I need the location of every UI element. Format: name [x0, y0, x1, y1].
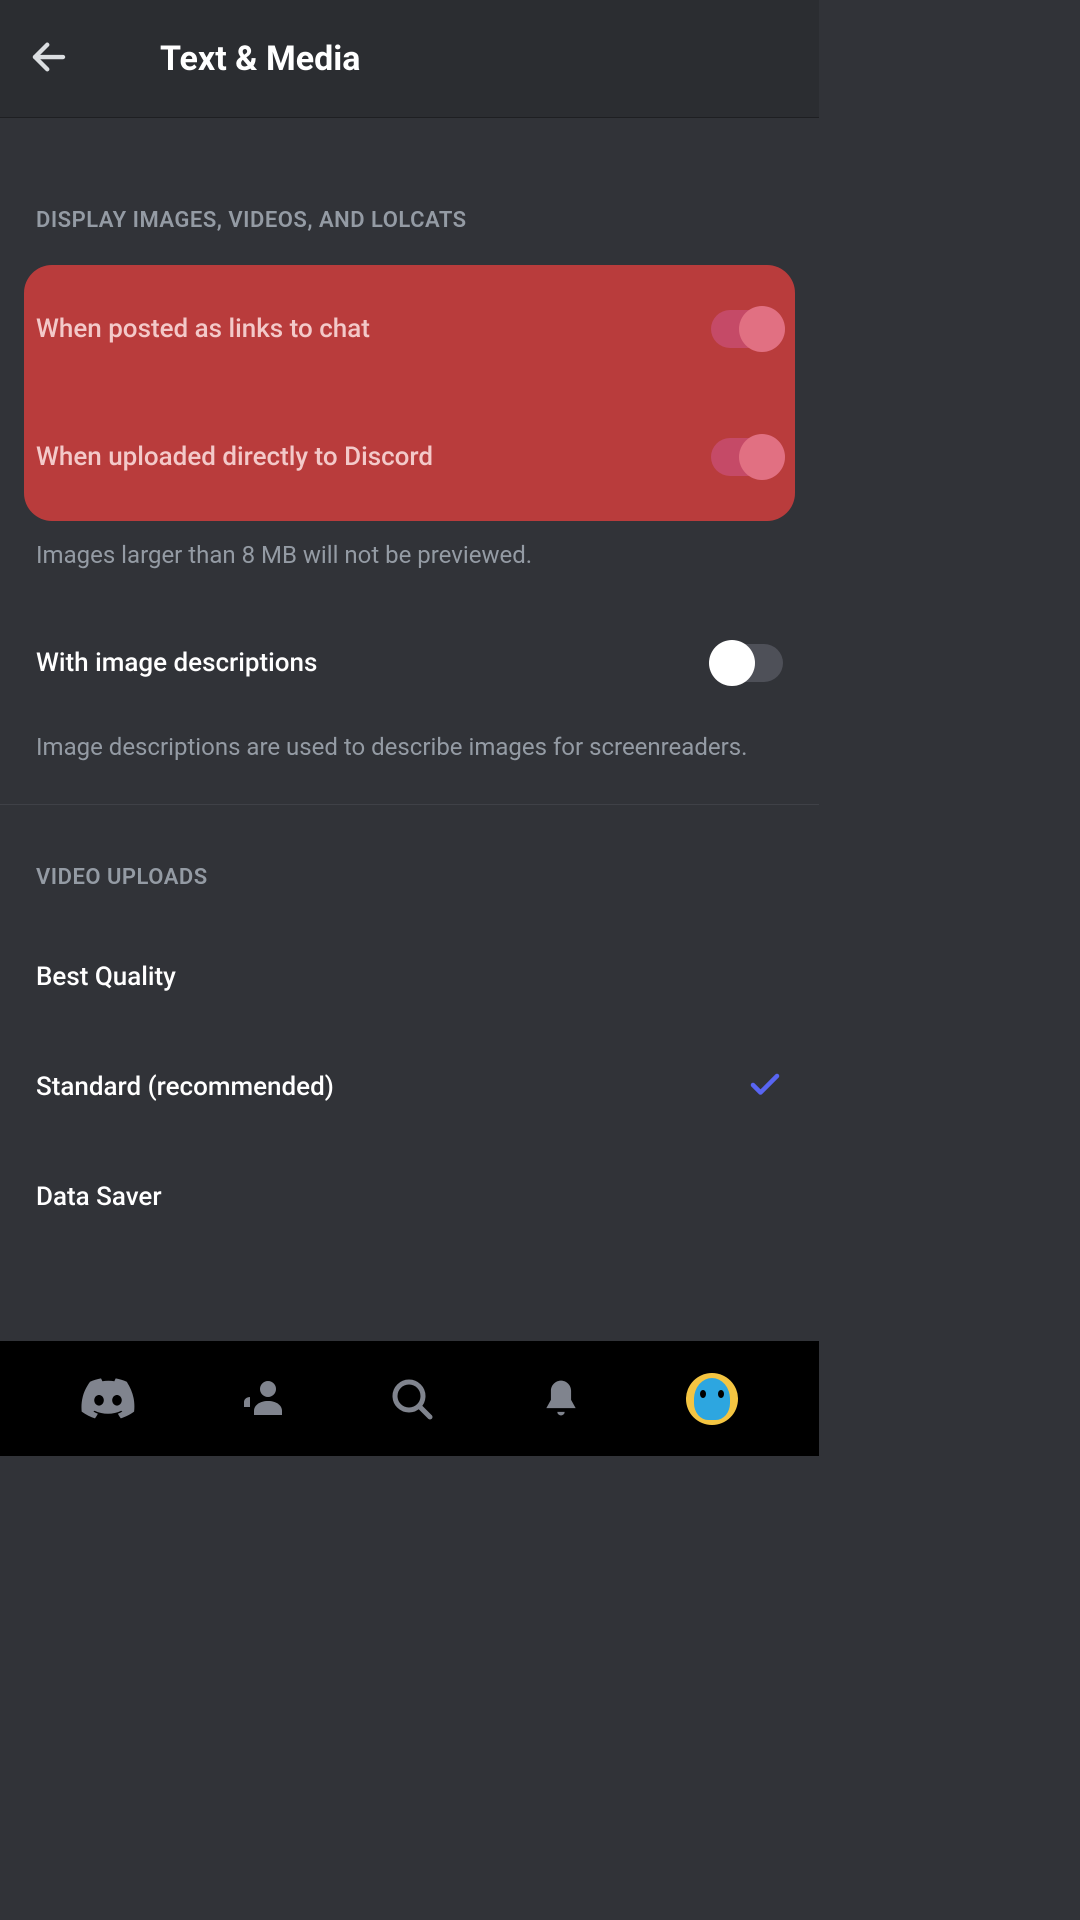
option-label: Data Saver — [36, 1182, 162, 1212]
setting-label: With image descriptions — [36, 648, 317, 678]
nav-search-icon[interactable] — [388, 1375, 436, 1423]
nav-notifications-icon[interactable] — [539, 1375, 583, 1423]
section-divider — [0, 804, 819, 805]
option-label: Best Quality — [36, 962, 176, 992]
setting-posted-as-links[interactable]: When posted as links to chat — [36, 265, 783, 393]
setting-uploaded-directly[interactable]: When uploaded directly to Discord — [36, 393, 783, 521]
page-title: Text & Media — [160, 39, 360, 79]
section-header-video: VIDEO UPLOADS — [36, 865, 783, 890]
option-data-saver[interactable]: Data Saver — [36, 1142, 783, 1252]
highlighted-settings-box: When posted as links to chat When upload… — [24, 265, 795, 521]
setting-label: When uploaded directly to Discord — [36, 442, 433, 472]
setting-label: When posted as links to chat — [36, 314, 370, 344]
avatar-icon — [686, 1373, 738, 1425]
bottom-navigation — [0, 1341, 819, 1456]
toggle-knob — [739, 306, 785, 352]
checkmark-icon — [747, 1067, 783, 1107]
setting-image-descriptions[interactable]: With image descriptions — [36, 613, 783, 713]
helper-text-descriptions: Image descriptions are used to describe … — [36, 731, 783, 765]
toggle-image-descriptions[interactable] — [711, 644, 783, 682]
settings-content: DISPLAY IMAGES, VIDEOS, AND LOLCATS When… — [0, 208, 819, 1252]
toggle-knob — [739, 434, 785, 480]
toggle-knob — [709, 640, 755, 686]
option-standard[interactable]: Standard (recommended) — [36, 1032, 783, 1142]
header-bar: Text & Media — [0, 0, 819, 118]
toggle-posted-as-links[interactable] — [711, 310, 783, 348]
nav-profile-avatar[interactable] — [686, 1373, 738, 1425]
option-best-quality[interactable]: Best Quality — [36, 922, 783, 1032]
toggle-uploaded-directly[interactable] — [711, 438, 783, 476]
helper-text-size: Images larger than 8 MB will not be prev… — [36, 539, 783, 573]
option-label: Standard (recommended) — [36, 1072, 334, 1102]
section-header-display: DISPLAY IMAGES, VIDEOS, AND LOLCATS — [36, 208, 783, 233]
back-arrow-icon[interactable] — [28, 36, 70, 82]
nav-discord-icon[interactable] — [81, 1378, 135, 1420]
nav-friends-icon[interactable] — [238, 1375, 286, 1423]
